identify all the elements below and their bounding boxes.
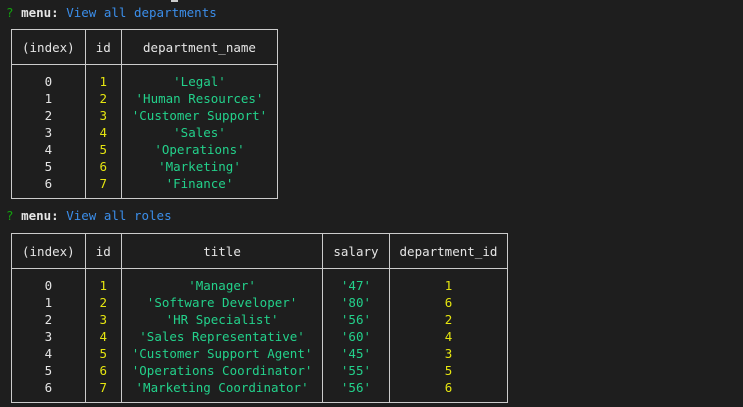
cell-index: 1 xyxy=(11,294,86,311)
cell-index: 0 xyxy=(11,268,86,294)
cell-salary: '56' xyxy=(322,311,390,328)
cell-index: 0 xyxy=(11,64,86,90)
cell-id: 4 xyxy=(84,328,122,345)
table-row: 0 1 'Legal' xyxy=(11,64,279,90)
cell-salary: '80' xyxy=(322,294,390,311)
cell-index: 5 xyxy=(11,158,86,175)
cell-title: 'Marketing Coordinator' xyxy=(120,379,324,403)
cell-salary: '47' xyxy=(322,268,390,294)
cell-department-id: 3 xyxy=(388,345,509,362)
cell-department-name: 'Human Resources' xyxy=(120,90,279,107)
cell-index: 3 xyxy=(11,328,86,345)
cell-department-name: 'Sales' xyxy=(120,124,279,141)
table-row: 5 6 'Marketing' xyxy=(11,158,279,175)
cell-index: 6 xyxy=(11,175,86,199)
cell-title: 'Sales Representative' xyxy=(120,328,324,345)
table-row: 5 6 'Operations Coordinator' '55' 5 xyxy=(11,362,509,379)
cell-title: 'Customer Support Agent' xyxy=(120,345,324,362)
cell-department-id: 6 xyxy=(388,294,509,311)
cell-salary: '55' xyxy=(322,362,390,379)
table-row: 3 4 'Sales Representative' '60' 4 xyxy=(11,328,509,345)
col-header-title: title xyxy=(120,233,324,269)
cell-department-id: 1 xyxy=(388,268,509,294)
cell-department-id: 2 xyxy=(388,311,509,328)
cell-index: 5 xyxy=(11,362,86,379)
cell-id: 1 xyxy=(84,64,122,90)
cell-department-name: 'Finance' xyxy=(120,175,279,199)
table-row: 1 2 'Software Developer' '80' 6 xyxy=(11,294,509,311)
menu-prompt-departments: ? menu: View all departments xyxy=(6,4,217,22)
table-row: 4 5 'Customer Support Agent' '45' 3 xyxy=(11,345,509,362)
menu-label: menu: xyxy=(21,208,59,223)
cell-id: 5 xyxy=(84,345,122,362)
cell-id: 4 xyxy=(84,124,122,141)
col-header-id: id xyxy=(84,29,122,65)
cell-index: 6 xyxy=(11,379,86,403)
col-header-index: (index) xyxy=(11,233,86,269)
cell-id: 7 xyxy=(84,175,122,199)
col-header-department-name: department_name xyxy=(120,29,279,65)
cell-index: 2 xyxy=(11,107,86,124)
departments-body: 0 1 'Legal' 1 2 'Human Resources' 2 3 'Customer … xyxy=(11,64,279,199)
table-row: 2 3 'HR Specialist' '56' 2 xyxy=(11,311,509,328)
cell-id: 6 xyxy=(84,158,122,175)
table-row: 3 4 'Sales' xyxy=(11,124,279,141)
col-header-salary: salary xyxy=(322,233,390,269)
cell-department-name: 'Legal' xyxy=(120,64,279,90)
table-row: 2 3 'Customer Support' xyxy=(11,107,279,124)
menu-selection: View all departments xyxy=(66,5,217,20)
menu-selection: View all roles xyxy=(66,208,172,223)
cell-id: 1 xyxy=(84,268,122,294)
cell-salary: '60' xyxy=(322,328,390,345)
table-row: 4 5 'Operations' xyxy=(11,141,279,158)
roles-body: 0 1 'Manager' '47' 1 1 2 'Software Developer' '8… xyxy=(11,268,509,403)
cell-salary: '56' xyxy=(322,379,390,403)
terminal-cursor xyxy=(171,0,178,2)
cell-index: 3 xyxy=(11,124,86,141)
table-row: 1 2 'Human Resources' xyxy=(11,90,279,107)
cell-index: 2 xyxy=(11,311,86,328)
cell-id: 2 xyxy=(84,294,122,311)
cell-department-name: 'Marketing' xyxy=(120,158,279,175)
question-mark: ? xyxy=(6,208,14,223)
cell-salary: '45' xyxy=(322,345,390,362)
question-mark: ? xyxy=(6,5,14,20)
cell-id: 3 xyxy=(84,107,122,124)
col-header-index: (index) xyxy=(11,29,86,65)
cell-department-id: 5 xyxy=(388,362,509,379)
menu-label: menu: xyxy=(21,5,59,20)
cell-index: 4 xyxy=(11,141,86,158)
cell-department-id: 4 xyxy=(388,328,509,345)
cell-title: 'Operations Coordinator' xyxy=(120,362,324,379)
roles-header-row: (index) id title salary department_id xyxy=(11,233,509,269)
cell-title: 'HR Specialist' xyxy=(120,311,324,328)
menu-prompt-roles: ? menu: View all roles xyxy=(6,207,172,225)
cell-department-name: 'Customer Support' xyxy=(120,107,279,124)
cell-id: 7 xyxy=(84,379,122,403)
cell-id: 3 xyxy=(84,311,122,328)
cell-id: 5 xyxy=(84,141,122,158)
col-header-id: id xyxy=(84,233,122,269)
table-row: 6 7 'Marketing Coordinator' '56' 6 xyxy=(11,379,509,403)
cell-id: 6 xyxy=(84,362,122,379)
departments-header-row: (index) id department_name xyxy=(11,29,279,65)
table-row: 6 7 'Finance' xyxy=(11,175,279,199)
cell-id: 2 xyxy=(84,90,122,107)
cell-title: 'Software Developer' xyxy=(120,294,324,311)
cell-index: 4 xyxy=(11,345,86,362)
cell-department-id: 6 xyxy=(388,379,509,403)
cell-department-name: 'Operations' xyxy=(120,141,279,158)
roles-table: (index) id title salary department_id 01… xyxy=(11,233,509,403)
cell-title: 'Manager' xyxy=(120,268,324,294)
cell-index: 1 xyxy=(11,90,86,107)
col-header-department-id: department_id xyxy=(388,233,509,269)
table-row: 0 1 'Manager' '47' 1 xyxy=(11,268,509,294)
departments-table: (index) id department_name 0 1 'Legal' 1 2 'H… xyxy=(11,29,279,199)
